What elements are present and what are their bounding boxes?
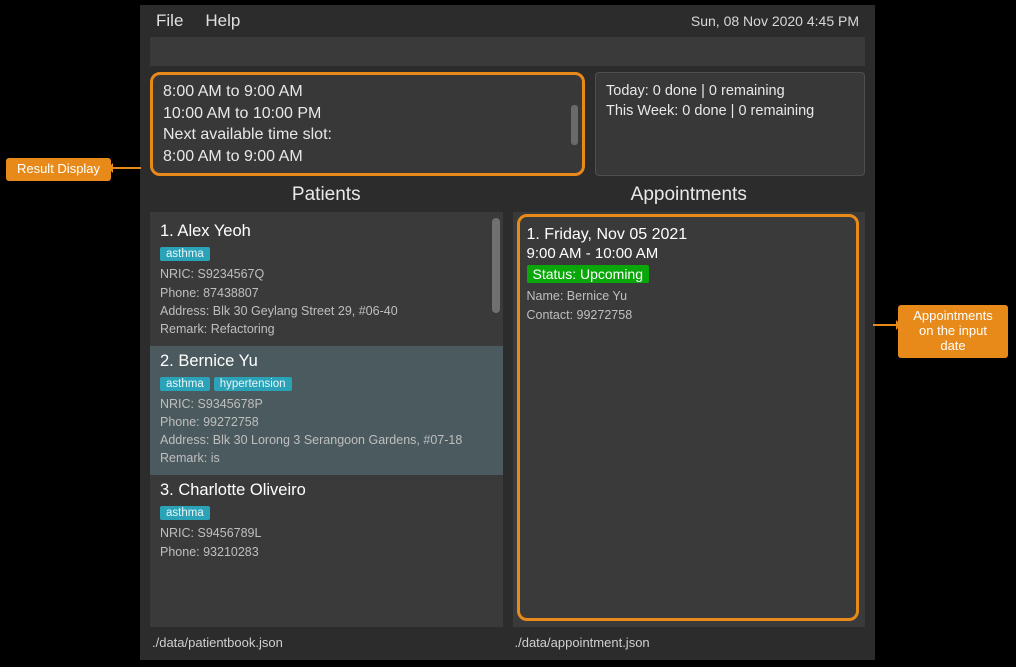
patient-meta: NRIC: S9234567QPhone: 87438807Address: B… bbox=[160, 265, 493, 338]
patients-panel: 1. Alex Yeoh asthma NRIC: S9234567QPhone: … bbox=[150, 212, 503, 627]
patient-name: 2. Bernice Yu bbox=[160, 352, 493, 371]
appointment-meta: Name: Bernice YuContact: 99272758 bbox=[527, 287, 852, 323]
appointment-item[interactable]: 1. Friday, Nov 05 20219:00 AM - 10:00 AM… bbox=[513, 216, 866, 333]
stats-week: This Week: 0 done | 0 remaining bbox=[606, 101, 854, 121]
tag: asthma bbox=[160, 377, 210, 391]
arrow-icon bbox=[873, 324, 898, 326]
command-input[interactable] bbox=[150, 37, 865, 66]
tag: asthma bbox=[160, 506, 210, 520]
scrollbar-thumb[interactable] bbox=[571, 105, 578, 145]
patient-item[interactable]: 2. Bernice Yu asthma hypertension NRIC: S93… bbox=[150, 346, 503, 476]
appointment-time: 9:00 AM - 10:00 AM bbox=[527, 245, 852, 262]
appointments-header: Appointments bbox=[513, 182, 866, 212]
tag-row: asthma hypertension bbox=[160, 374, 493, 392]
callout-result-display: Result Display bbox=[6, 158, 111, 181]
app-window: File Help Sun, 08 Nov 2020 4:45 PM 8:00 … bbox=[140, 5, 875, 660]
status-badge: Status: Upcoming bbox=[527, 265, 650, 283]
arrow-icon bbox=[111, 167, 141, 169]
appointment-date: 1. Friday, Nov 05 2021 bbox=[527, 226, 852, 244]
tag: asthma bbox=[160, 247, 210, 261]
result-line: 8:00 AM to 9:00 AM bbox=[163, 81, 572, 103]
clock: Sun, 08 Nov 2020 4:45 PM bbox=[691, 13, 859, 29]
appointments-path: ./data/appointment.json bbox=[513, 631, 866, 654]
result-line: 8:00 AM to 9:00 AM bbox=[163, 146, 572, 168]
stats-panel: Today: 0 done | 0 remaining This Week: 0… bbox=[595, 72, 865, 176]
patients-header: Patients bbox=[150, 182, 503, 212]
patient-name: 3. Charlotte Oliveiro bbox=[160, 481, 493, 500]
patient-meta: NRIC: S9345678PPhone: 99272758Address: B… bbox=[160, 395, 493, 468]
patient-name: 1. Alex Yeoh bbox=[160, 222, 493, 241]
patient-item[interactable]: 3. Charlotte Oliveiro asthma NRIC: S945678… bbox=[150, 475, 503, 568]
menu-file[interactable]: File bbox=[156, 11, 183, 31]
result-line: 10:00 AM to 10:00 PM bbox=[163, 103, 572, 125]
tag-row: asthma bbox=[160, 244, 493, 262]
patient-item[interactable]: 1. Alex Yeoh asthma NRIC: S9234567QPhone: … bbox=[150, 216, 503, 346]
patient-meta: NRIC: S9456789LPhone: 93210283 bbox=[160, 524, 493, 560]
callout-appointments: Appointments on the input date bbox=[898, 305, 1008, 358]
menu-help[interactable]: Help bbox=[205, 11, 240, 31]
patients-path: ./data/patientbook.json bbox=[150, 631, 503, 654]
tag-row: asthma bbox=[160, 503, 493, 521]
stats-today: Today: 0 done | 0 remaining bbox=[606, 81, 854, 101]
tag: hypertension bbox=[214, 377, 292, 391]
result-line: Next available time slot: bbox=[163, 124, 572, 146]
scrollbar-thumb[interactable] bbox=[492, 218, 500, 313]
result-display: 8:00 AM to 9:00 AM 10:00 AM to 10:00 PM … bbox=[150, 72, 585, 176]
appointments-panel: 1. Friday, Nov 05 20219:00 AM - 10:00 AM… bbox=[513, 212, 866, 627]
menubar: File Help Sun, 08 Nov 2020 4:45 PM bbox=[140, 5, 875, 37]
status-bar: ./data/patientbook.json ./data/appointme… bbox=[140, 627, 875, 660]
